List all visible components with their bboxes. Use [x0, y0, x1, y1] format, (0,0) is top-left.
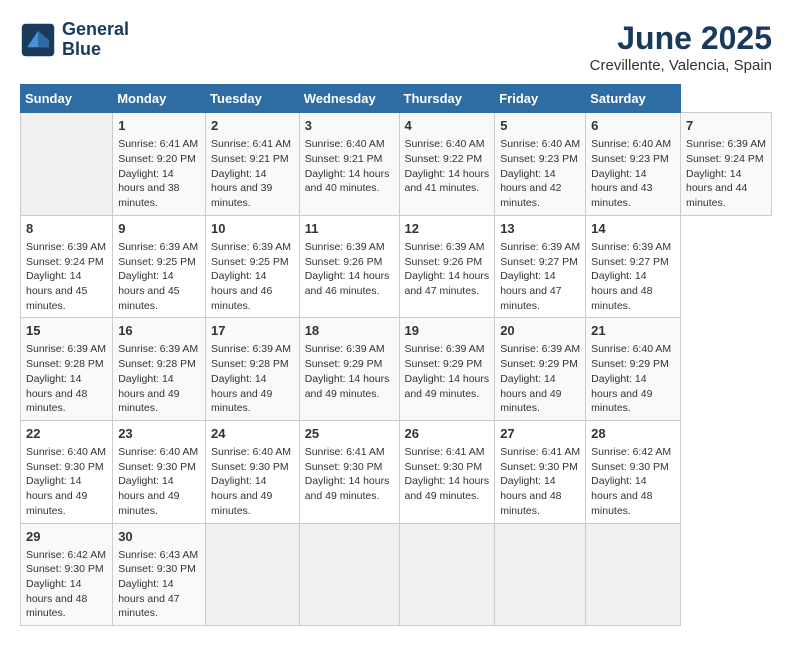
- calendar-day-cell: 21 Sunrise: 6:40 AM Sunset: 9:29 PM Dayl…: [586, 318, 681, 421]
- day-number: 22: [26, 425, 107, 443]
- calendar-day-cell: 14 Sunrise: 6:39 AM Sunset: 9:27 PM Dayl…: [586, 215, 681, 318]
- logo-line2: Blue: [62, 40, 129, 60]
- day-number: 24: [211, 425, 294, 443]
- day-number: 14: [591, 220, 675, 238]
- day-number: 19: [405, 322, 490, 340]
- day-number: 30: [118, 528, 200, 546]
- day-number: 28: [591, 425, 675, 443]
- calendar-day-cell: [399, 523, 495, 626]
- calendar-day-cell: 25 Sunrise: 6:41 AM Sunset: 9:30 PM Dayl…: [299, 420, 399, 523]
- page-title: June 2025: [590, 20, 772, 57]
- day-number: 2: [211, 117, 294, 135]
- day-number: 23: [118, 425, 200, 443]
- calendar-day-cell: [206, 523, 300, 626]
- calendar-day-cell: 29 Sunrise: 6:42 AM Sunset: 9:30 PM Dayl…: [21, 523, 113, 626]
- logo-text: General Blue: [62, 20, 129, 60]
- calendar-day-cell: 4 Sunrise: 6:40 AM Sunset: 9:22 PM Dayli…: [399, 113, 495, 216]
- day-number: 11: [305, 220, 394, 238]
- day-number: 12: [405, 220, 490, 238]
- calendar-day-cell: 19 Sunrise: 6:39 AM Sunset: 9:29 PM Dayl…: [399, 318, 495, 421]
- header-day-thursday: Thursday: [399, 85, 495, 113]
- calendar-day-cell: 12 Sunrise: 6:39 AM Sunset: 9:26 PM Dayl…: [399, 215, 495, 318]
- calendar-day-cell: 17 Sunrise: 6:39 AM Sunset: 9:28 PM Dayl…: [206, 318, 300, 421]
- calendar-day-cell: [299, 523, 399, 626]
- day-number: 4: [405, 117, 490, 135]
- calendar-day-cell: 10 Sunrise: 6:39 AM Sunset: 9:25 PM Dayl…: [206, 215, 300, 318]
- calendar-day-cell: 1 Sunrise: 6:41 AM Sunset: 9:20 PM Dayli…: [113, 113, 206, 216]
- day-number: 13: [500, 220, 580, 238]
- day-number: 9: [118, 220, 200, 238]
- day-number: 25: [305, 425, 394, 443]
- day-number: 8: [26, 220, 107, 238]
- calendar-day-cell: 7 Sunrise: 6:39 AM Sunset: 9:24 PM Dayli…: [680, 113, 771, 216]
- header-day-sunday: Sunday: [21, 85, 113, 113]
- empty-cell: [21, 113, 113, 216]
- calendar-day-cell: 11 Sunrise: 6:39 AM Sunset: 9:26 PM Dayl…: [299, 215, 399, 318]
- day-number: 6: [591, 117, 675, 135]
- calendar-day-cell: 16 Sunrise: 6:39 AM Sunset: 9:28 PM Dayl…: [113, 318, 206, 421]
- page-header: General Blue June 2025 Crevillente, Vale…: [20, 20, 772, 74]
- calendar-day-cell: 24 Sunrise: 6:40 AM Sunset: 9:30 PM Dayl…: [206, 420, 300, 523]
- day-number: 5: [500, 117, 580, 135]
- day-number: 17: [211, 322, 294, 340]
- calendar-day-cell: [495, 523, 586, 626]
- calendar-day-cell: [586, 523, 681, 626]
- calendar-header-row: SundayMondayTuesdayWednesdayThursdayFrid…: [21, 85, 772, 113]
- calendar-day-cell: 13 Sunrise: 6:39 AM Sunset: 9:27 PM Dayl…: [495, 215, 586, 318]
- calendar-day-cell: 22 Sunrise: 6:40 AM Sunset: 9:30 PM Dayl…: [21, 420, 113, 523]
- calendar-day-cell: 20 Sunrise: 6:39 AM Sunset: 9:29 PM Dayl…: [495, 318, 586, 421]
- logo-icon: [20, 22, 56, 58]
- header-day-tuesday: Tuesday: [206, 85, 300, 113]
- logo-line1: General: [62, 20, 129, 40]
- day-number: 3: [305, 117, 394, 135]
- header-day-monday: Monday: [113, 85, 206, 113]
- calendar-week-row: 22 Sunrise: 6:40 AM Sunset: 9:30 PM Dayl…: [21, 420, 772, 523]
- calendar-day-cell: 28 Sunrise: 6:42 AM Sunset: 9:30 PM Dayl…: [586, 420, 681, 523]
- header-day-wednesday: Wednesday: [299, 85, 399, 113]
- day-number: 21: [591, 322, 675, 340]
- calendar-day-cell: 30 Sunrise: 6:43 AM Sunset: 9:30 PM Dayl…: [113, 523, 206, 626]
- day-number: 7: [686, 117, 766, 135]
- day-number: 27: [500, 425, 580, 443]
- day-number: 15: [26, 322, 107, 340]
- day-number: 10: [211, 220, 294, 238]
- calendar-day-cell: 27 Sunrise: 6:41 AM Sunset: 9:30 PM Dayl…: [495, 420, 586, 523]
- page-subtitle: Crevillente, Valencia, Spain: [590, 57, 772, 74]
- day-number: 29: [26, 528, 107, 546]
- calendar-day-cell: 5 Sunrise: 6:40 AM Sunset: 9:23 PM Dayli…: [495, 113, 586, 216]
- calendar-day-cell: 8 Sunrise: 6:39 AM Sunset: 9:24 PM Dayli…: [21, 215, 113, 318]
- calendar-day-cell: 3 Sunrise: 6:40 AM Sunset: 9:21 PM Dayli…: [299, 113, 399, 216]
- calendar-day-cell: 15 Sunrise: 6:39 AM Sunset: 9:28 PM Dayl…: [21, 318, 113, 421]
- day-number: 20: [500, 322, 580, 340]
- title-block: June 2025 Crevillente, Valencia, Spain: [590, 20, 772, 74]
- header-day-saturday: Saturday: [586, 85, 681, 113]
- calendar-table: SundayMondayTuesdayWednesdayThursdayFrid…: [20, 84, 772, 626]
- day-number: 18: [305, 322, 394, 340]
- calendar-week-row: 15 Sunrise: 6:39 AM Sunset: 9:28 PM Dayl…: [21, 318, 772, 421]
- calendar-day-cell: 6 Sunrise: 6:40 AM Sunset: 9:23 PM Dayli…: [586, 113, 681, 216]
- calendar-day-cell: 2 Sunrise: 6:41 AM Sunset: 9:21 PM Dayli…: [206, 113, 300, 216]
- calendar-day-cell: 9 Sunrise: 6:39 AM Sunset: 9:25 PM Dayli…: [113, 215, 206, 318]
- header-day-friday: Friday: [495, 85, 586, 113]
- day-number: 16: [118, 322, 200, 340]
- calendar-day-cell: 26 Sunrise: 6:41 AM Sunset: 9:30 PM Dayl…: [399, 420, 495, 523]
- calendar-week-row: 1 Sunrise: 6:41 AM Sunset: 9:20 PM Dayli…: [21, 113, 772, 216]
- calendar-day-cell: 18 Sunrise: 6:39 AM Sunset: 9:29 PM Dayl…: [299, 318, 399, 421]
- logo: General Blue: [20, 20, 129, 60]
- day-number: 26: [405, 425, 490, 443]
- calendar-week-row: 29 Sunrise: 6:42 AM Sunset: 9:30 PM Dayl…: [21, 523, 772, 626]
- calendar-day-cell: 23 Sunrise: 6:40 AM Sunset: 9:30 PM Dayl…: [113, 420, 206, 523]
- day-number: 1: [118, 117, 200, 135]
- calendar-week-row: 8 Sunrise: 6:39 AM Sunset: 9:24 PM Dayli…: [21, 215, 772, 318]
